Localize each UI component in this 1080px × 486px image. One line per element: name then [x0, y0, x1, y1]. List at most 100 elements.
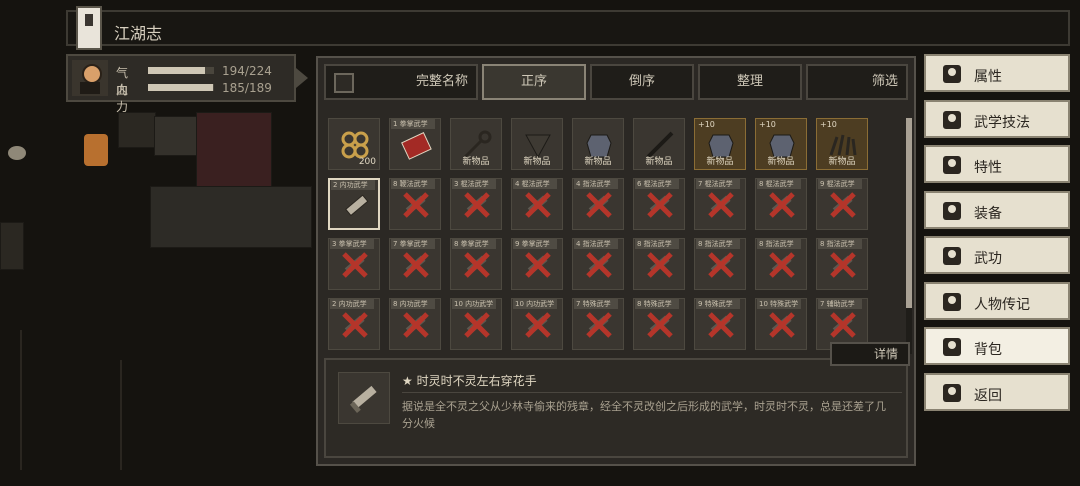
details-button[interactable]: 详情 — [830, 342, 910, 366]
scroll-icon — [349, 384, 379, 414]
item-detail-panel: ★ 时灵时不灵左右穿花手 据说是全不灵之父从少林寺偷来的残章，经全不灵改创之后形… — [324, 358, 908, 458]
inventory-slot[interactable]: 8 特殊武学 — [633, 298, 685, 350]
inventory-slot[interactable]: 新物品 — [633, 118, 685, 170]
new-item-label: 新物品 — [767, 157, 795, 167]
trait-icon — [940, 153, 964, 177]
sort-toolbar: 完整名称 正序 倒序 整理 筛选 — [324, 64, 908, 102]
world-red-building — [196, 112, 272, 188]
inventory-slot[interactable]: 6 棍法武学 — [633, 178, 685, 230]
menu-item-martial[interactable]: 武学技法 — [924, 99, 1070, 138]
inventory-slot[interactable]: 9 拳掌武学 — [511, 238, 563, 290]
crossed-scroll-icon — [766, 249, 798, 281]
crossed-scroll-icon — [644, 249, 676, 281]
inventory-slot[interactable]: +10 新物品 — [816, 118, 868, 170]
crossed-scroll-icon — [644, 309, 676, 341]
menu-item-person[interactable]: 属性 — [924, 54, 1070, 92]
inventory-slot[interactable]: 10 内功武学 — [511, 298, 563, 350]
inventory-slot[interactable]: 8 指法武学 — [755, 238, 807, 290]
sort-desc-button[interactable]: 倒序 — [590, 64, 694, 100]
menu-item-trait[interactable]: 特性 — [924, 145, 1070, 183]
character-status-panel: 气血 194/224 内力 185/189 — [66, 54, 308, 114]
inventory-slot[interactable]: 8 指法武学 — [633, 238, 685, 290]
avatar[interactable] — [72, 60, 108, 96]
header-bar: 江湖志 — [66, 6, 1070, 50]
inventory-slot[interactable]: 新物品 — [572, 118, 624, 170]
world-skull — [8, 146, 26, 160]
detail-divider — [402, 392, 902, 393]
mp-label: 内力 — [116, 83, 129, 114]
inventory-slot[interactable]: 4 指法武学 — [572, 238, 624, 290]
crossed-scroll-icon — [705, 249, 737, 281]
slot-caption: 8 内功武学 — [391, 299, 435, 309]
menu-item-biography[interactable]: 人物传记 — [924, 281, 1070, 320]
menu-item-label: 人物传记 — [974, 296, 1030, 313]
slot-caption: 6 棍法武学 — [635, 179, 679, 189]
slot-caption: 10 特殊武学 — [757, 299, 801, 309]
inventory-slot[interactable]: 8 指法武学 — [694, 238, 746, 290]
filter-button[interactable]: 筛选 — [806, 64, 908, 100]
inventory-slot[interactable]: 8 棍法武学 — [755, 178, 807, 230]
inventory-slot[interactable]: 8 内功武学 — [389, 298, 441, 350]
inventory-slot[interactable]: 4 指法武学 — [572, 178, 624, 230]
crossed-scroll-icon — [522, 249, 554, 281]
crossed-scroll-icon — [583, 189, 615, 221]
crossed-scroll-icon — [583, 309, 615, 341]
inventory-slot[interactable]: 4 棍法武学 — [511, 178, 563, 230]
inventory-slot[interactable]: 1 拳掌武学 — [389, 118, 441, 170]
inventory-slot[interactable]: +10 新物品 — [694, 118, 746, 170]
inventory-slot[interactable]: 10 内功武学 — [450, 298, 502, 350]
inventory-slot[interactable]: 9 棍法武学 — [816, 178, 868, 230]
organize-button[interactable]: 整理 — [698, 64, 802, 100]
inventory-slot[interactable]: 8 指法武学 — [816, 238, 868, 290]
crossed-scroll-icon — [583, 249, 615, 281]
menu-item-backpack[interactable]: 背包 — [924, 327, 1070, 365]
menu-item-sword[interactable]: 装备 — [924, 190, 1070, 229]
detail-description: 据说是全不灵之父从少林寺偷来的残章，经全不灵改创之后形成的武学，时灵时不灵，总是… — [402, 400, 886, 430]
slot-caption: 9 特殊武学 — [696, 299, 740, 309]
scrollbar[interactable] — [906, 118, 912, 354]
mp-value: 185/189 — [222, 81, 272, 95]
sort-name-field[interactable]: 完整名称 — [324, 64, 478, 100]
menu-item-label: 特性 — [974, 160, 1002, 176]
panel-pointer — [296, 68, 308, 88]
new-item-label: 新物品 — [523, 157, 551, 167]
inventory-slot[interactable]: 200 — [328, 118, 380, 170]
full-name-checkbox[interactable] — [334, 73, 354, 93]
crossed-scroll-icon — [827, 189, 859, 221]
inventory-slot[interactable]: 2 内功武学 — [328, 178, 380, 230]
inventory-slot[interactable]: 7 棍法武学 — [694, 178, 746, 230]
menu-item-label: 返回 — [974, 387, 1002, 404]
slot-caption: 4 指法武学 — [574, 239, 618, 249]
slot-caption: 10 内功武学 — [452, 299, 496, 309]
slot-caption: 7 拳掌武学 — [391, 239, 435, 249]
menu-item-label: 属性 — [974, 69, 1002, 85]
crossed-scroll-icon — [644, 189, 676, 221]
crossed-scroll-icon — [522, 189, 554, 221]
menu-item-manual[interactable]: 武功 — [924, 236, 1070, 274]
slot-caption: 7 特殊武学 — [574, 299, 618, 309]
crossed-scroll-icon — [461, 249, 493, 281]
mp-bar — [148, 84, 214, 91]
inventory-slot[interactable]: 新物品 — [450, 118, 502, 170]
inventory-slot[interactable]: 3 拳掌武学 — [328, 238, 380, 290]
inventory-slot[interactable]: 2 内功武学 — [328, 298, 380, 350]
martial-icon — [940, 108, 964, 132]
inventory-slot[interactable]: 7 特殊武学 — [572, 298, 624, 350]
inventory-slot[interactable]: 9 特殊武学 — [694, 298, 746, 350]
scrollbar-thumb[interactable] — [906, 118, 912, 308]
slot-caption: 8 鞭法武学 — [391, 179, 435, 189]
item-grid: 200 1 拳掌武学 新物品 新物品 新物品 新物品 +10 新物品 +10 新物品 +10 新物品 2… — [328, 118, 904, 354]
sort-asc-button[interactable]: 正序 — [482, 64, 586, 100]
inventory-slot[interactable]: 3 棍法武学 — [450, 178, 502, 230]
slot-caption: 7 辅助武学 — [818, 299, 862, 309]
inventory-slot[interactable]: 7 拳掌武学 — [389, 238, 441, 290]
inventory-slot[interactable]: 8 拳掌武学 — [450, 238, 502, 290]
inventory-slot[interactable]: 8 鞭法武学 — [389, 178, 441, 230]
crossed-scroll-icon — [400, 249, 432, 281]
sword-icon — [940, 199, 964, 223]
inventory-slot[interactable]: 新物品 — [511, 118, 563, 170]
inventory-slot[interactable]: 10 特殊武学 — [755, 298, 807, 350]
menu-item-return[interactable]: 返回 — [924, 372, 1070, 411]
inventory-slot[interactable]: +10 新物品 — [755, 118, 807, 170]
new-item-label: 新物品 — [828, 157, 856, 167]
